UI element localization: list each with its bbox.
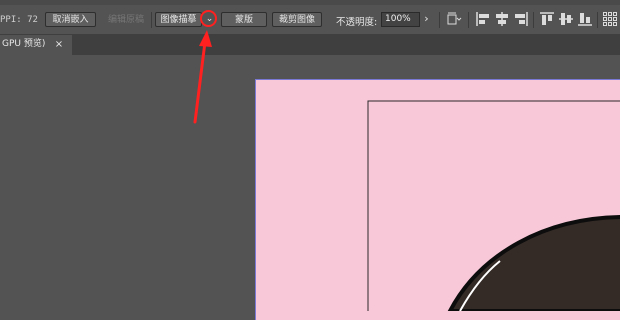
close-icon[interactable]: × [53,35,65,55]
opacity-arrow-button[interactable]: › [420,12,433,27]
grid-icon[interactable] [602,11,618,27]
divider [533,12,534,28]
divider [439,12,440,28]
align-top-icon[interactable] [539,11,555,27]
align-bottom-icon[interactable] [577,11,593,27]
mask-button[interactable]: 蒙版 [221,12,267,27]
crop-image-button[interactable]: 裁剪图像 [272,12,322,27]
divider [597,12,598,28]
align-vertical-center-icon[interactable] [558,11,574,27]
chevron-right-icon: › [424,12,429,25]
align-horizontal-center-icon[interactable] [494,11,510,27]
divider [151,12,152,28]
illustration-head [447,215,620,311]
unembed-button[interactable]: 取消嵌入 [45,12,96,27]
placed-image[interactable] [255,79,620,311]
image-trace-button[interactable]: 图像描摹 [155,12,202,27]
divider [468,12,469,28]
align-right-icon[interactable] [513,11,529,27]
document-tab-label: GPU 预览) [2,39,46,49]
align-left-icon[interactable] [475,11,491,27]
transform-options-icon[interactable] [446,11,462,27]
opacity-input[interactable]: 100% [381,12,420,27]
edit-original-button: 编辑原稿 [107,15,144,25]
annotation-circle [200,10,217,27]
document-tab-bar [0,35,620,55]
ppi-readout: PPI: 72 [0,15,38,25]
opacity-label: 不透明度: [336,17,378,28]
